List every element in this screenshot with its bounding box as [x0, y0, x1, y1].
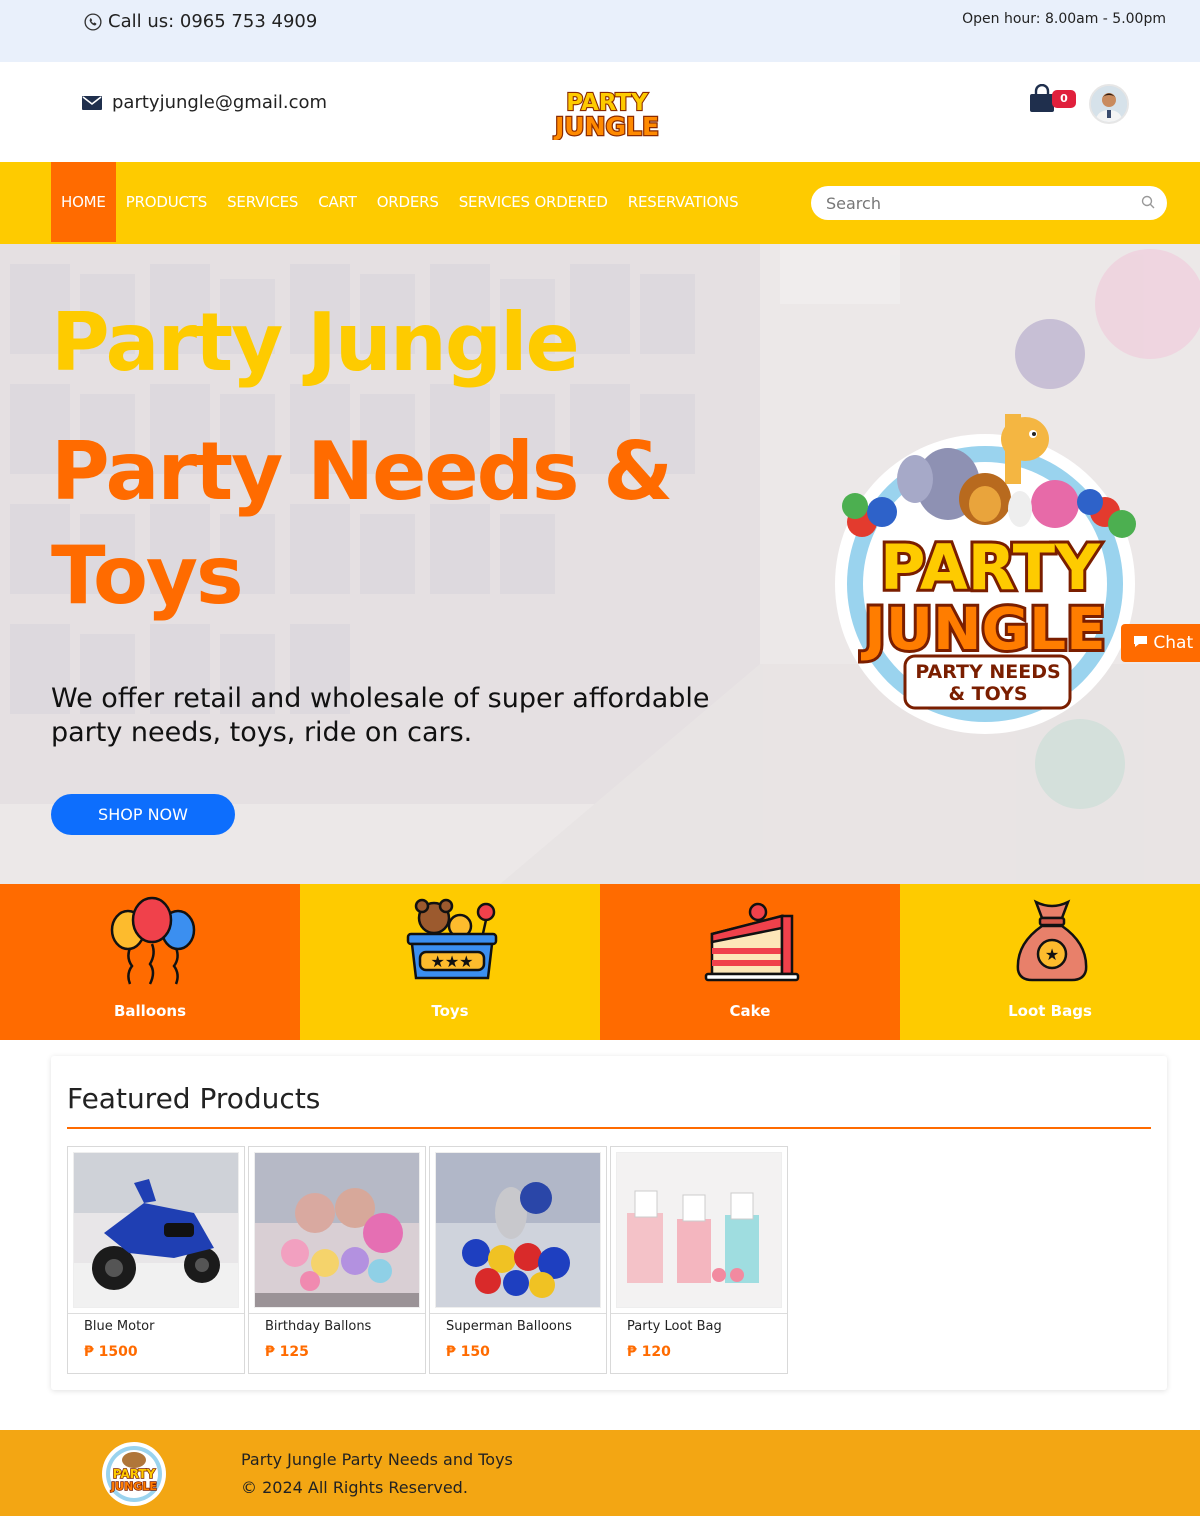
svg-text:★: ★ [1045, 945, 1059, 964]
category-cake[interactable]: Cake [600, 884, 900, 1040]
hero-title: Party Jungle [51, 296, 580, 389]
svg-text:JUNGLE: JUNGLE [110, 1480, 157, 1493]
search-input[interactable] [811, 186, 1111, 220]
badge-line-2: JUNGLE [860, 595, 1105, 663]
product-price: ₱ 150 [446, 1344, 490, 1360]
category-loot-bags[interactable]: ★ Loot Bags [900, 884, 1200, 1040]
featured-products-panel: Featured Products Blue Motor ₱ 1500 Birt… [51, 1056, 1167, 1390]
cart-count-badge: 0 [1052, 90, 1076, 108]
header: partyjungle@gmail.com PARTY JUNGLE 0 [0, 62, 1200, 162]
call-info: Call us: 0965 753 4909 [84, 11, 317, 32]
badge-line-1: PARTY [880, 531, 1101, 604]
hero-banner: Party Jungle Party Needs & Toys We offer… [0, 244, 1200, 884]
nav-item-home[interactable]: HOME [51, 162, 116, 242]
product-image[interactable] [616, 1152, 782, 1308]
category-toys[interactable]: ★★★ Toys [300, 884, 600, 1040]
search-box [811, 186, 1167, 220]
product-name[interactable]: Party Loot Bag [627, 1319, 722, 1334]
card-divider [249, 1313, 425, 1314]
toy-box-icon: ★★★ [406, 898, 498, 980]
product-name[interactable]: Superman Balloons [446, 1319, 572, 1334]
nav-item-reservations[interactable]: RESERVATIONS [618, 162, 749, 242]
title-divider [67, 1127, 1151, 1129]
category-label: Cake [729, 1002, 771, 1020]
svg-text:PARTY: PARTY [113, 1467, 156, 1481]
chat-label: Chat [1153, 633, 1194, 653]
top-bar: Call us: 0965 753 4909 Open hour: 8.00am… [0, 0, 1200, 62]
chat-button[interactable]: Chat [1121, 624, 1200, 662]
avatar[interactable] [1089, 84, 1129, 124]
category-label: Toys [431, 1002, 469, 1020]
footer-copyright: © 2024 All Rights Reserved. [241, 1478, 468, 1497]
balloons-icon [110, 896, 196, 985]
product-price: ₱ 120 [627, 1344, 671, 1360]
footer-company: Party Jungle Party Needs and Toys [241, 1450, 513, 1469]
nav-item-products[interactable]: PRODUCTS [116, 162, 217, 242]
open-hours: Open hour: 8.00am - 5.00pm [962, 11, 1166, 27]
product-image[interactable] [254, 1152, 420, 1308]
product-price: ₱ 125 [265, 1344, 309, 1360]
badge-line-4: & TOYS [948, 683, 1027, 705]
hero-subtitle: Party Needs & Toys [51, 425, 673, 622]
card-divider [430, 1313, 606, 1314]
category-label: Loot Bags [1008, 1002, 1092, 1020]
email-text: partyjungle@gmail.com [112, 92, 328, 113]
product-card[interactable]: Party Loot Bag ₱ 120 [610, 1146, 788, 1374]
card-divider [611, 1313, 787, 1314]
product-image[interactable] [435, 1152, 601, 1308]
nav-item-services-ordered[interactable]: SERVICES ORDERED [449, 162, 618, 242]
nav-item-cart[interactable]: CART [308, 162, 366, 242]
loot-bag-icon: ★ [1016, 899, 1088, 982]
nav-item-orders[interactable]: ORDERS [367, 162, 449, 242]
envelope-icon [82, 95, 102, 110]
email-info[interactable]: partyjungle@gmail.com [82, 92, 327, 113]
footer: PARTY JUNGLE Party Jungle Party Needs an… [0, 1430, 1200, 1516]
hero-description: We offer retail and wholesale of super a… [51, 683, 710, 748]
featured-title: Featured Products [67, 1082, 321, 1115]
product-name[interactable]: Blue Motor [84, 1319, 154, 1334]
svg-text:★★★: ★★★ [430, 952, 473, 971]
chat-bubble-icon [1134, 636, 1147, 647]
product-price: ₱ 1500 [84, 1344, 138, 1360]
main-nav: HOME PRODUCTS SERVICES CART ORDERS SERVI… [0, 162, 1200, 244]
svg-text:JUNGLE: JUNGLE [553, 112, 659, 140]
nav-item-services[interactable]: SERVICES [217, 162, 308, 242]
call-text: Call us: 0965 753 4909 [108, 11, 318, 32]
shop-now-button[interactable]: SHOP NOW [51, 794, 235, 835]
phone-icon [84, 12, 102, 31]
category-strip: Balloons ★★★ Toys Cake ★ Loot Bags [0, 884, 1200, 1040]
product-card[interactable]: Blue Motor ₱ 1500 [67, 1146, 245, 1374]
category-label: Balloons [113, 1002, 187, 1020]
party-jungle-badge-logo: PARTY JUNGLE PARTY NEEDS & TOYS [835, 414, 1136, 734]
product-name[interactable]: Birthday Ballons [265, 1319, 371, 1334]
product-card[interactable]: Superman Balloons ₱ 150 [429, 1146, 607, 1374]
footer-logo: PARTY JUNGLE [102, 1442, 166, 1506]
product-image[interactable] [73, 1152, 239, 1308]
badge-line-3: PARTY NEEDS [915, 661, 1060, 683]
search-icon[interactable] [1141, 195, 1155, 209]
cake-slice-icon [704, 902, 800, 982]
site-logo[interactable]: PARTY JUNGLE [536, 86, 678, 140]
card-divider [68, 1313, 244, 1314]
category-balloons[interactable]: Balloons [0, 884, 300, 1040]
product-card[interactable]: Birthday Ballons ₱ 125 [248, 1146, 426, 1374]
